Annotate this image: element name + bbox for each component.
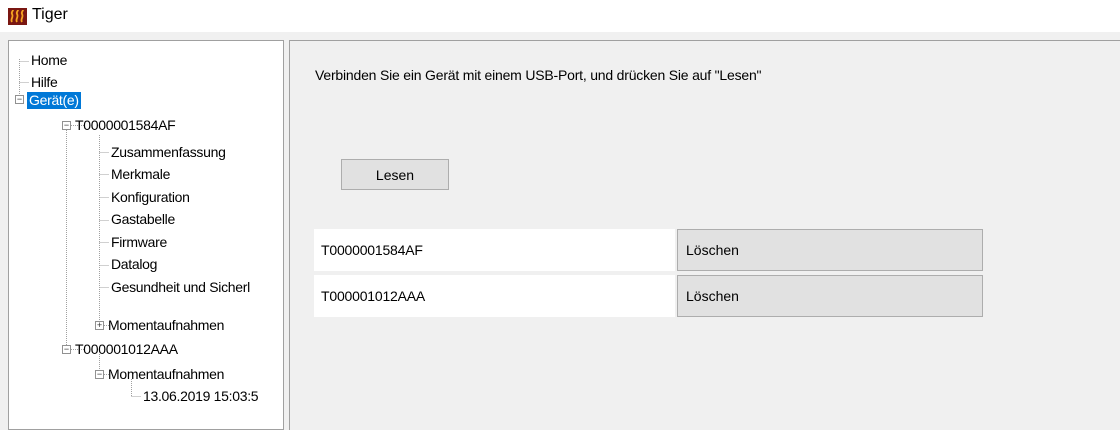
collapse-icon[interactable]: − <box>95 370 104 379</box>
collapse-icon[interactable]: − <box>15 95 24 104</box>
tree-item-home[interactable]: Home <box>31 52 67 69</box>
collapse-icon[interactable]: − <box>62 345 71 354</box>
tree-item-gas-table[interactable]: Gastabelle <box>111 211 175 228</box>
device-serial: T0000001584AF <box>314 229 675 271</box>
tree-item-datalog[interactable]: Datalog <box>111 256 157 273</box>
read-button[interactable]: Lesen <box>341 159 449 190</box>
tree-item-firmware[interactable]: Firmware <box>111 234 167 251</box>
tree-item-health-safety[interactable]: Gesundheit und Sicherl <box>111 279 250 296</box>
tree-item-snapshots-2[interactable]: Momentaufnahmen <box>108 366 224 383</box>
tree-item-device-1[interactable]: T0000001584AF <box>75 117 176 134</box>
content-panel: Verbinden Sie ein Gerät mit einem USB-Po… <box>289 40 1120 430</box>
device-row: T0000001584AF Löschen <box>314 229 983 271</box>
tree-item-device-2[interactable]: T000001012AAA <box>75 341 178 358</box>
tree-item-summary[interactable]: Zusammenfassung <box>111 144 226 161</box>
tree-item-configuration[interactable]: Konfiguration <box>111 189 190 206</box>
tree-item-snapshots-1[interactable]: Momentaufnahmen <box>108 317 224 334</box>
device-row: T000001012AAA Löschen <box>314 275 983 317</box>
instruction-text: Verbinden Sie ein Gerät mit einem USB-Po… <box>315 67 762 83</box>
collapse-icon[interactable]: − <box>62 121 71 130</box>
device-serial: T000001012AAA <box>314 275 675 317</box>
title-bar: Tiger <box>0 0 1120 32</box>
expand-icon[interactable]: + <box>95 321 104 330</box>
navigation-tree[interactable]: Home Hilfe − Gerät(e) − T0000001584AF Zu… <box>8 40 284 430</box>
window-body: Home Hilfe − Gerät(e) − T0000001584AF Zu… <box>0 32 1120 430</box>
delete-button[interactable]: Löschen <box>677 275 983 317</box>
tree-item-features[interactable]: Merkmale <box>111 166 170 183</box>
window-title: Tiger <box>32 6 68 23</box>
heater-icon <box>8 8 27 25</box>
delete-button[interactable]: Löschen <box>677 229 983 271</box>
tree-item-devices[interactable]: Gerät(e) <box>27 92 81 109</box>
tree-item-snapshot-entry[interactable]: 13.06.2019 15:03:5 <box>143 388 259 405</box>
tree-item-help[interactable]: Hilfe <box>31 74 58 91</box>
